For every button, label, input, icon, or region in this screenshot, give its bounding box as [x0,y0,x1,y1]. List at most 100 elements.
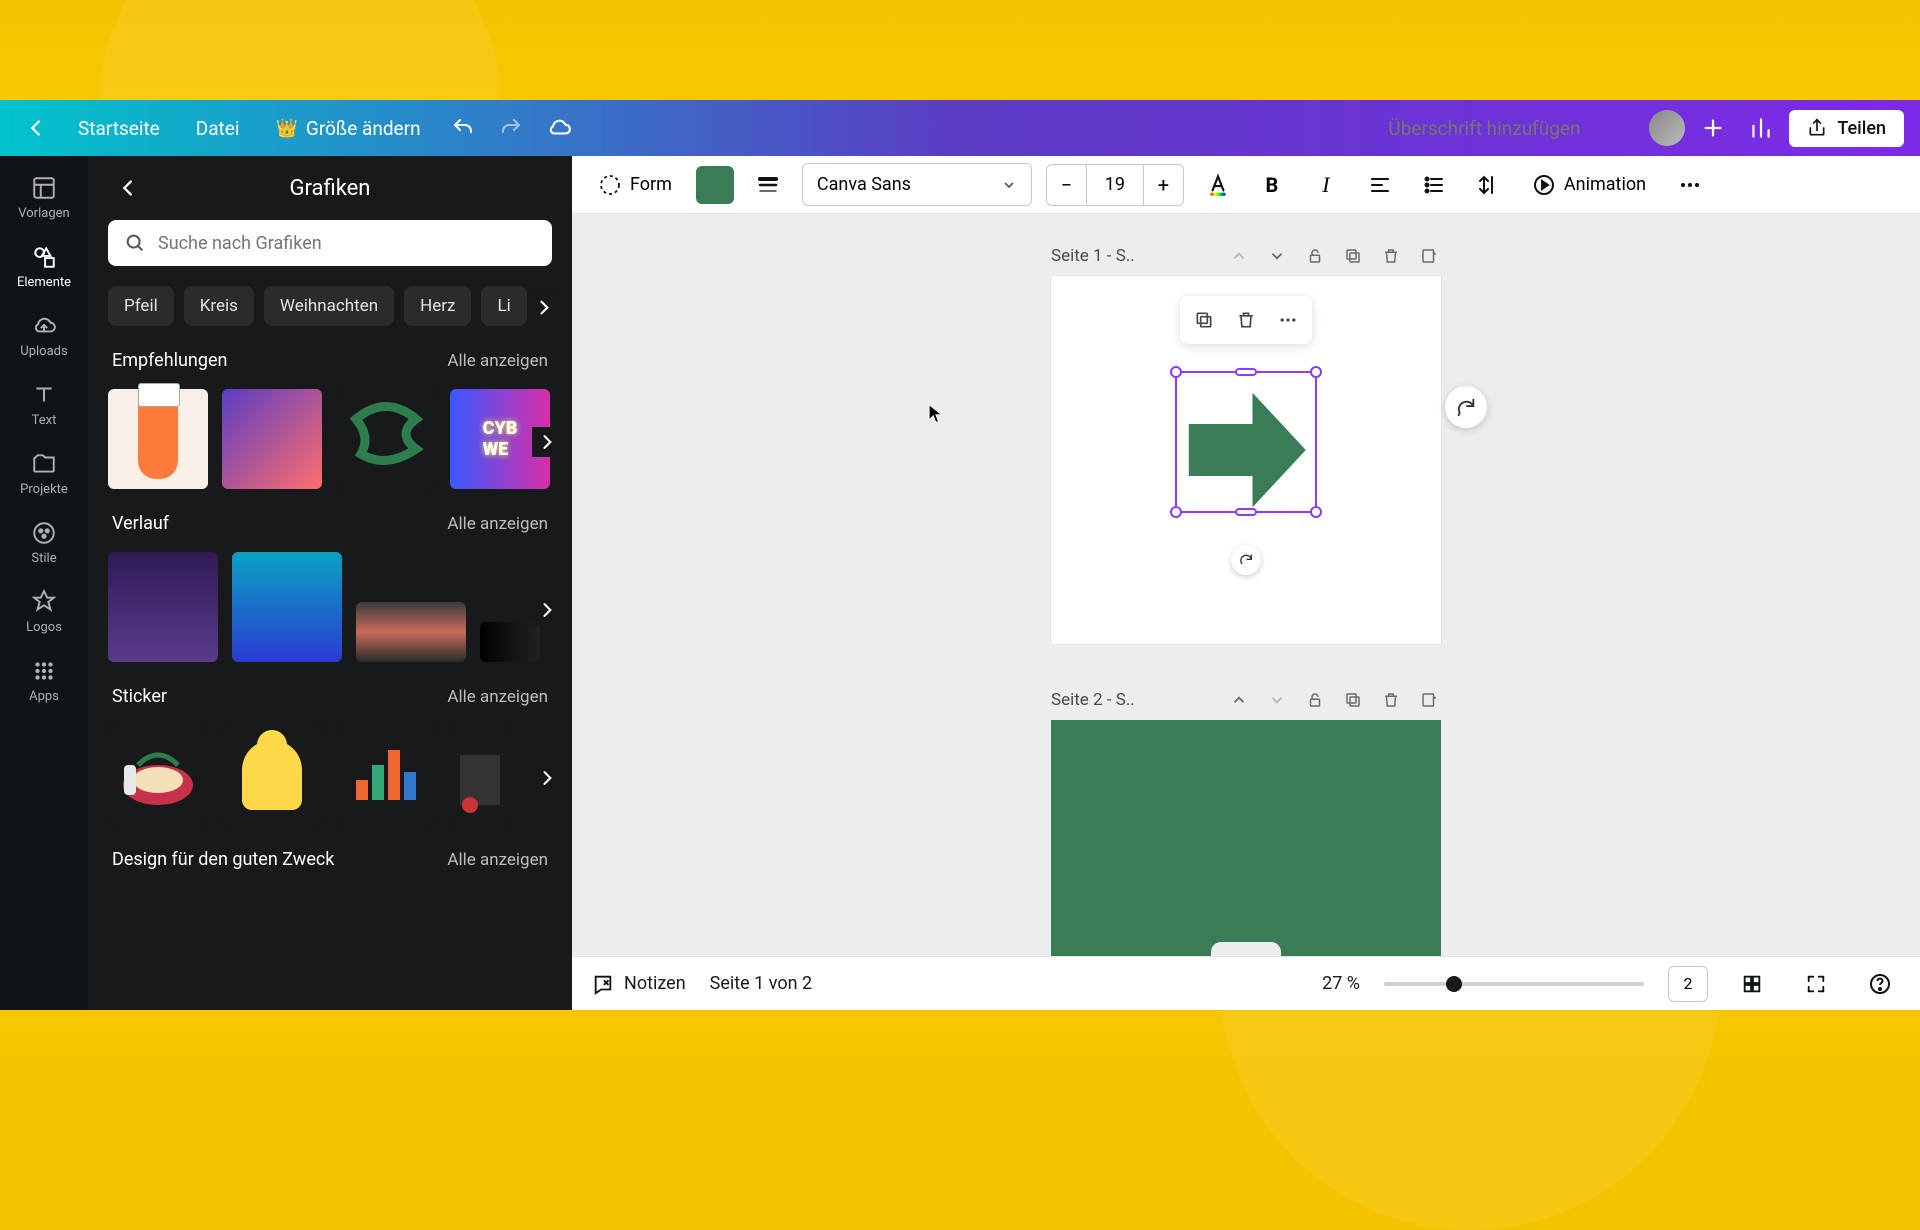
list-button[interactable] [1414,165,1454,205]
page-1-canvas[interactable] [1051,276,1441,644]
spacing-button[interactable] [1468,165,1508,205]
sticker-thumb[interactable] [336,725,436,825]
rail-projects[interactable]: Projekte [0,440,88,509]
redo-button[interactable] [491,108,531,148]
font-size-stepper[interactable]: − + [1046,164,1184,206]
resize-handle[interactable] [1170,366,1182,378]
text-color-button[interactable] [1198,165,1238,205]
regenerate-button[interactable] [1445,386,1487,428]
page-count-box[interactable]: 2 [1668,966,1708,1002]
avatar[interactable] [1649,110,1685,146]
row-next-icon[interactable] [532,763,562,793]
rail-logos[interactable]: Logos [0,578,88,647]
help-button[interactable] [1860,964,1900,1004]
rail-apps[interactable]: Apps [0,647,88,716]
graphic-thumb[interactable] [108,389,208,489]
see-all-good-cause[interactable]: Alle anzeigen [447,850,548,870]
grid-view-button[interactable] [1732,964,1772,1004]
resize-handle[interactable] [1235,508,1257,516]
page-up-icon[interactable] [1227,688,1251,712]
selection-box[interactable] [1175,371,1317,513]
design-title-input[interactable] [1380,113,1641,144]
page-up-icon[interactable] [1227,244,1251,268]
duplicate-element-icon[interactable] [1186,302,1222,338]
animation-button[interactable]: Animation [1522,165,1656,205]
chip-weihnachten[interactable]: Weihnachten [264,286,394,326]
gradient-thumb[interactable] [480,622,540,662]
resize-handle[interactable] [1235,368,1257,376]
bold-button[interactable]: B [1252,165,1292,205]
sticker-thumb[interactable] [450,725,510,825]
chips-next-icon[interactable] [530,294,558,322]
resize-handle[interactable] [1310,366,1322,378]
font-size-plus[interactable]: + [1143,165,1183,205]
see-all-recommended[interactable]: Alle anzeigen [447,351,548,371]
italic-button[interactable]: I [1306,165,1346,205]
share-button[interactable]: Teilen [1789,110,1904,147]
duplicate-page-icon[interactable] [1341,688,1365,712]
form-button[interactable]: Form [588,165,682,205]
more-element-icon[interactable] [1270,302,1306,338]
fullscreen-button[interactable] [1796,964,1836,1004]
rail-styles[interactable]: Stile [0,509,88,578]
cloud-sync-icon[interactable] [539,108,579,148]
resize-handle[interactable] [1170,506,1182,518]
add-page-icon[interactable] [1417,244,1441,268]
row-next-icon[interactable] [532,427,562,457]
page-expand-handle[interactable] [1211,942,1281,956]
font-size-input[interactable] [1087,165,1143,205]
chip-kreis[interactable]: Kreis [184,286,254,326]
border-style-button[interactable] [748,165,788,205]
zoom-slider[interactable] [1384,982,1644,986]
panel-back-button[interactable] [112,172,144,204]
see-all-gradient[interactable]: Alle anzeigen [447,514,548,534]
page-down-icon[interactable] [1265,244,1289,268]
notes-button[interactable]: Notizen [592,973,686,995]
add-member-button[interactable] [1693,108,1733,148]
search-input-wrap[interactable] [108,220,552,266]
rail-elements[interactable]: Elemente [0,233,88,302]
gradient-thumb[interactable] [356,602,466,662]
delete-page-icon[interactable] [1379,244,1403,268]
align-button[interactable] [1360,165,1400,205]
chip-pfeil[interactable]: Pfeil [108,286,174,326]
rail-templates[interactable]: Vorlagen [0,164,88,233]
resize-handle[interactable] [1310,506,1322,518]
page-down-icon[interactable] [1265,688,1289,712]
font-family-select[interactable]: Canva Sans [802,163,1032,206]
fill-color-swatch[interactable] [696,166,734,204]
page-indicator[interactable]: Seite 1 von 2 [710,973,812,994]
page-label[interactable]: Seite 2 - S.. [1051,690,1213,710]
arrow-shape[interactable] [1181,385,1311,515]
more-options-button[interactable] [1670,165,1710,205]
delete-element-icon[interactable] [1228,302,1264,338]
page-label[interactable]: Seite 1 - S.. [1051,246,1213,266]
sticker-thumb[interactable] [222,725,322,825]
row-next-icon[interactable] [532,595,562,625]
gradient-thumb[interactable] [232,552,342,662]
rail-text[interactable]: Text [0,371,88,440]
rail-uploads[interactable]: Uploads [0,302,88,371]
rotate-handle[interactable] [1231,545,1261,575]
graphic-thumb[interactable] [222,389,322,489]
gradient-thumb[interactable] [108,552,218,662]
zoom-knob[interactable] [1446,976,1462,992]
lock-page-icon[interactable] [1303,688,1327,712]
page-2-canvas[interactable] [1051,720,1441,956]
chip-linie[interactable]: Li [481,286,526,326]
back-icon[interactable] [16,108,56,148]
delete-page-icon[interactable] [1379,688,1403,712]
zoom-label[interactable]: 27 % [1322,973,1360,994]
duplicate-page-icon[interactable] [1341,244,1365,268]
file-menu[interactable]: Datei [182,109,254,148]
sticker-thumb[interactable] [108,725,208,825]
insights-button[interactable] [1741,108,1781,148]
home-link[interactable]: Startseite [64,109,174,148]
search-input[interactable] [158,233,536,254]
font-size-minus[interactable]: − [1047,165,1087,205]
graphic-thumb[interactable] [336,389,436,489]
chip-herz[interactable]: Herz [404,286,471,326]
undo-button[interactable] [443,108,483,148]
resize-button[interactable]: 👑 Größe ändern [261,109,434,148]
canvas-area[interactable]: Seite 1 - S.. [572,214,1920,956]
